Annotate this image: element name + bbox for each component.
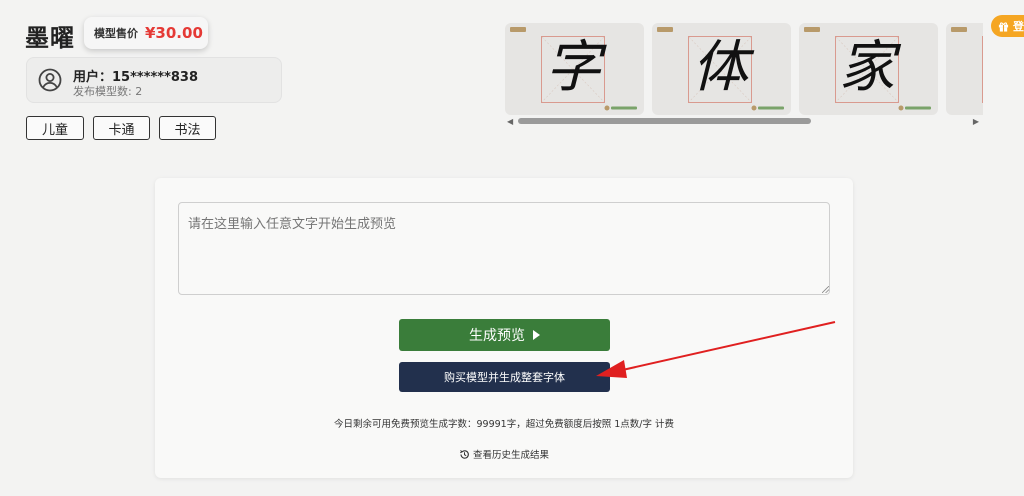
gift-icon [998,21,1009,32]
sample-glyph: 体 [692,35,748,100]
sample-glyph: 有 [982,33,983,103]
text-input[interactable] [178,202,830,295]
watermark-icon [751,105,784,111]
sample-thumb[interactable]: 字 [505,23,644,115]
tag-cartoon[interactable]: 卡通 [93,116,150,140]
gallery-scrollbar[interactable]: ◀ ▶ [505,116,983,126]
generation-panel: 生成预览 购买模型并生成整套字体 今日剩余可用免费预览生成字数：99991字，超… [155,178,853,478]
user-model-count: 发布模型数: 2 [73,85,143,98]
scroll-right-arrow-icon[interactable]: ▶ [973,117,979,126]
watermark-icon [604,105,637,111]
brand-mark-icon [510,27,526,32]
watermark-icon [898,105,931,111]
scrollbar-thumb[interactable] [518,118,811,124]
user-card: 用户：15******838 发布模型数: 2 [26,57,282,103]
model-title: 墨曜 [25,24,75,52]
tag-calligraphy[interactable]: 书法 [159,116,216,140]
buy-model-button[interactable]: 购买模型并生成整套字体 [399,362,610,392]
sample-glyph: 家 [839,35,895,100]
tag-list: 儿童 卡通 书法 [26,116,216,140]
sample-thumb[interactable]: 有 [946,23,983,115]
play-icon [533,330,540,340]
sample-gallery[interactable]: 字 体 家 有 [505,22,983,128]
scroll-left-arrow-icon[interactable]: ◀ [507,117,513,126]
price-badge: 模型售价 ¥30.00 [84,17,208,49]
sample-glyph: 字 [545,35,601,100]
history-link-label: 查看历史生成结果 [472,450,549,461]
history-link[interactable]: 查看历史生成结果 [155,447,853,461]
sample-thumb[interactable]: 体 [652,23,791,115]
sample-thumb[interactable]: 家 [799,23,938,115]
side-tab-label: 登 [1013,20,1024,33]
brand-mark-icon [951,27,967,32]
price-label: 模型售价 [94,27,138,40]
user-avatar-icon [38,68,62,92]
brand-mark-icon [657,27,673,32]
price-value: ¥30.00 [145,24,203,42]
history-icon [460,449,469,459]
brand-mark-icon [804,27,820,32]
generate-preview-button[interactable]: 生成预览 [399,319,610,351]
generate-preview-label: 生成预览 [469,328,525,344]
quota-notice: 今日剩余可用免费预览生成字数：99991字，超过免费额度后按照 1点数/字 计费 [333,419,674,430]
resize-handle-icon[interactable] [822,286,829,293]
tag-children[interactable]: 儿童 [26,116,84,140]
side-tab[interactable]: 登 [991,15,1024,37]
